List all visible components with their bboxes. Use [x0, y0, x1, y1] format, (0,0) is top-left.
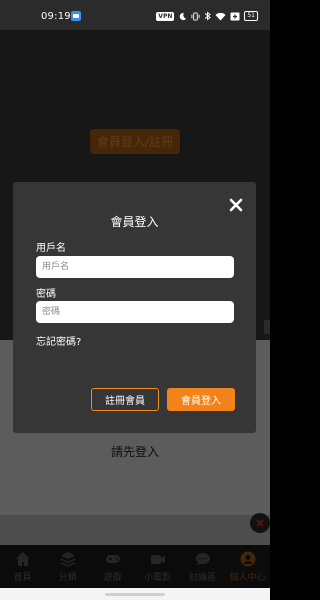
- battery-saver-icon: [230, 12, 240, 20]
- gesture-handle[interactable]: [105, 593, 165, 596]
- bluetooth-icon: [205, 11, 212, 21]
- login-submit-button[interactable]: 會員登入: [167, 388, 235, 411]
- gesture-bar: [0, 588, 270, 600]
- moon-icon: [180, 12, 187, 20]
- register-button[interactable]: 註冊會員: [91, 388, 159, 411]
- password-input[interactable]: [36, 301, 234, 323]
- vibrate-icon: [191, 11, 200, 21]
- forgot-password-link[interactable]: 忘記密碼?: [36, 333, 81, 348]
- password-label: 密碼: [36, 289, 56, 300]
- username-label: 用戶名: [36, 243, 66, 254]
- battery-icon: 51: [244, 11, 258, 21]
- status-bar: 09:19 VPN 51: [0, 0, 270, 30]
- username-input[interactable]: [36, 256, 234, 278]
- close-icon[interactable]: [228, 197, 244, 213]
- wifi-icon: [215, 12, 226, 20]
- login-modal: 會員登入 用戶名 密碼 忘記密碼? 註冊會員 會員登入: [13, 182, 256, 433]
- status-icons: VPN 51: [156, 10, 258, 22]
- modal-title: 會員登入: [110, 215, 159, 229]
- app-notification-icon: [71, 11, 81, 21]
- status-time: 09:19: [41, 11, 71, 22]
- vpn-icon: VPN: [156, 11, 175, 21]
